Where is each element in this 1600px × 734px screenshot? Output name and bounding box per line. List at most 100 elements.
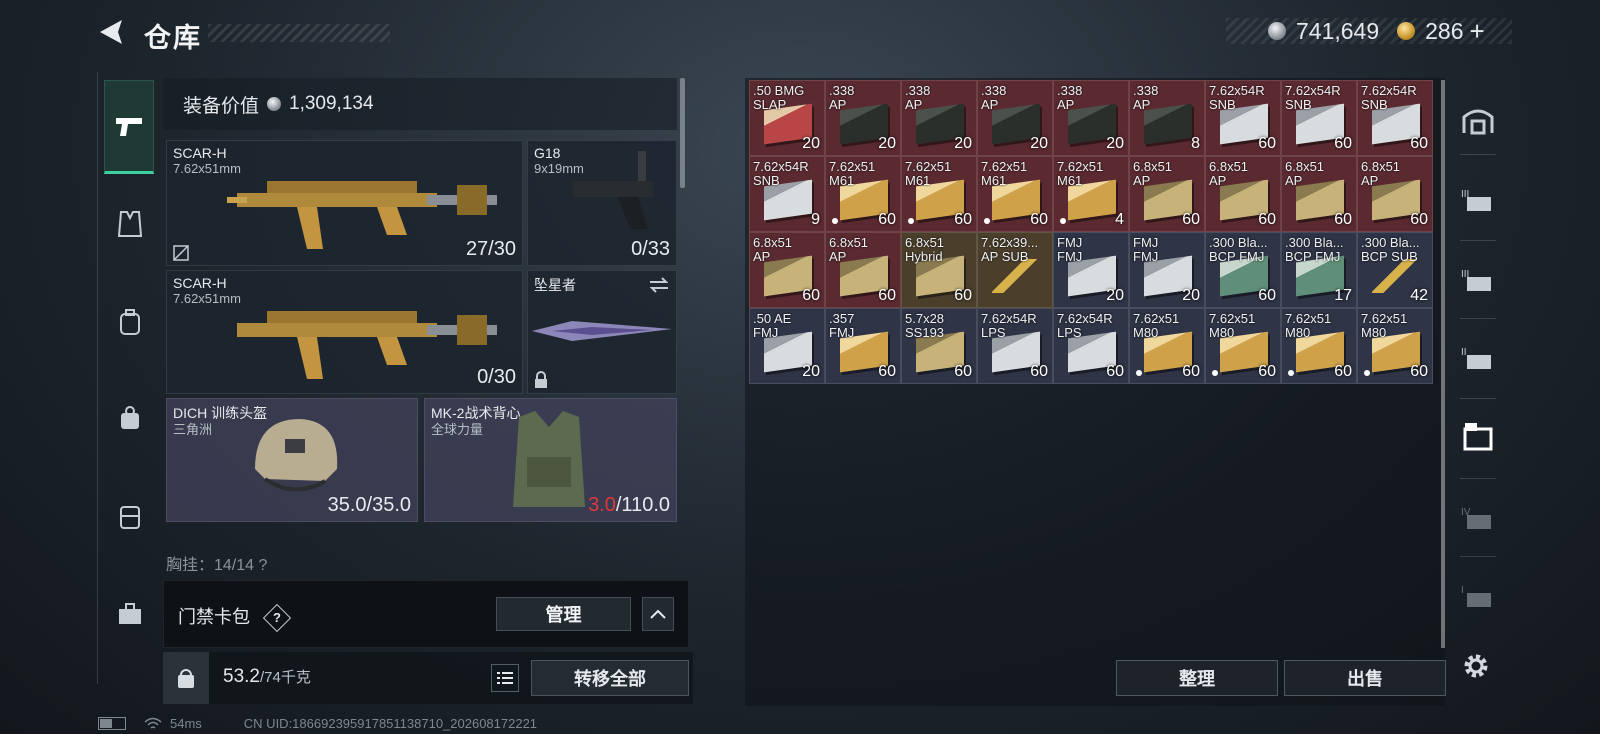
sort-button[interactable]: 整理: [1116, 660, 1278, 696]
ammo-type: M80: [1133, 325, 1159, 340]
uid-text: CN UID:18669239591785113871​0_2026081722…: [243, 716, 538, 731]
ammo-item[interactable]: 7.62x54R LPS 60: [977, 308, 1053, 384]
ammo-caliber: 6.8x51: [1209, 159, 1249, 174]
ammo-quantity: 60: [1334, 211, 1352, 228]
help-icon[interactable]: ?: [262, 604, 292, 633]
ammo-type: BCP SUB: [1361, 249, 1418, 264]
ammo-item[interactable]: .338 AP 8: [1129, 80, 1205, 156]
armor-durability-max: /110.0: [615, 494, 670, 516]
keycard-label: 门禁卡包 ?: [178, 603, 292, 633]
ammo-item[interactable]: 7.62x51 M61 4: [1053, 156, 1129, 232]
tracer-dot-icon: [1136, 370, 1142, 376]
ammo-type: AP: [1209, 173, 1227, 188]
storage-scrollbar[interactable]: [1441, 80, 1445, 648]
ammo-type: M61: [829, 173, 855, 188]
ammo-type: SNB: [753, 173, 780, 188]
helmet-durability-max: /35.0: [366, 494, 411, 516]
ammo-item[interactable]: 5.7x28 SS193 60: [901, 308, 977, 384]
tab-storage-3b[interactable]: III: [1454, 254, 1502, 306]
add-currency-button[interactable]: +: [1470, 16, 1485, 47]
ammo-item[interactable]: 7.62x51 M61 60: [977, 156, 1053, 232]
ammo-type: LPS: [1057, 325, 1082, 340]
ammo-item[interactable]: .50 BMG SLAP 20: [749, 80, 825, 156]
ammo-item[interactable]: 7.62x51 M80 60: [1205, 308, 1281, 384]
ammo-item[interactable]: 6.8x51 AP 60: [1281, 156, 1357, 232]
ammo-type: AP SUB: [981, 249, 1029, 264]
collapse-button[interactable]: [642, 597, 674, 631]
ammo-item[interactable]: 7.62x51 M80 60: [1357, 308, 1433, 384]
ammo-item[interactable]: 6.8x51 AP 60: [1205, 156, 1281, 232]
ammo-item[interactable]: .338 AP 20: [977, 80, 1053, 156]
ammo-type: AP: [829, 249, 847, 264]
tab-storage-3a[interactable]: III: [1454, 174, 1502, 226]
nav-weapons[interactable]: [104, 80, 154, 174]
tab-storage-1[interactable]: I: [1454, 570, 1502, 622]
ammo-item[interactable]: 6.8x51 AP 60: [825, 232, 901, 308]
ammo-caliber: .50 AE: [753, 311, 792, 326]
ammo-item[interactable]: .50 AE FMJ 20: [749, 308, 825, 384]
ammo-quantity: 20: [802, 135, 820, 152]
helmet-durability-current: 35.0: [327, 494, 367, 516]
ammo-item[interactable]: 7.62x54R SNB 60: [1205, 80, 1281, 156]
primary-weapon-slot-1[interactable]: SCAR-H 7.62x51mm 27/30: [166, 140, 523, 266]
nav-backpack[interactable]: [106, 298, 154, 346]
ammo-item[interactable]: 7.62x51 M61 60: [825, 156, 901, 232]
primary-weapon-slot-2[interactable]: SCAR-H 7.62x51mm 0/30: [166, 270, 523, 394]
ammo-item[interactable]: 7.62x54R SNB 60: [1281, 80, 1357, 156]
ammo-quantity: 60: [1410, 211, 1428, 228]
nav-armor[interactable]: [106, 200, 154, 248]
back-button[interactable]: [96, 16, 128, 48]
ammo-item[interactable]: 7.62x51 M80 60: [1281, 308, 1357, 384]
armor-slot[interactable]: MK-2战术背心 全球力量 3.0/110.0: [424, 398, 677, 522]
ammo-item[interactable]: FMJ FMJ 20: [1053, 232, 1129, 308]
transfer-all-button[interactable]: 转移全部: [531, 660, 689, 696]
ammo-item[interactable]: 7.62x54R SNB 60: [1357, 80, 1433, 156]
melee-slot[interactable]: 坠星者: [527, 270, 677, 394]
ammo-item[interactable]: 6.8x51 AP 60: [1129, 156, 1205, 232]
settings-button[interactable]: [1456, 646, 1496, 686]
tab-storage-4[interactable]: IV: [1454, 492, 1502, 544]
ammo-item[interactable]: 7.62x54R SNB 9: [749, 156, 825, 232]
nav-toolbox[interactable]: [106, 590, 154, 638]
swap-icon[interactable]: [648, 277, 670, 293]
ammo-item[interactable]: .300 Bla... BCP FMJ 17: [1281, 232, 1357, 308]
list-view-button[interactable]: [491, 664, 519, 692]
secondary-weapon-slot[interactable]: G18 9x19mm 0/33: [527, 140, 677, 266]
helmet-icon: [255, 419, 338, 492]
tab-divider: [1460, 240, 1496, 241]
equipment-scrollbar[interactable]: [680, 78, 685, 188]
ammo-type: SLAP: [753, 97, 787, 112]
ammo-quantity: 60: [1410, 363, 1428, 380]
ammo-type: AP: [1057, 97, 1075, 112]
ammo-caliber: .338: [829, 83, 855, 98]
armor-durability-current: 3.0: [588, 494, 616, 516]
tab-ammo-storage[interactable]: [1454, 410, 1502, 462]
ammo-item[interactable]: 6.8x51 AP 60: [1357, 156, 1433, 232]
tab-storage-2[interactable]: II: [1454, 332, 1502, 384]
nav-case[interactable]: [106, 492, 154, 540]
nav-pouch[interactable]: [106, 394, 154, 442]
ammo-item[interactable]: 7.62x54R LPS 60: [1053, 308, 1129, 384]
ammo-item[interactable]: 6.8x51 Hybrid 60: [901, 232, 977, 308]
chest-rig-row[interactable]: 胸挂：14/14 ?: [166, 551, 678, 571]
backpack-icon: [120, 309, 140, 335]
ammo-item[interactable]: 7.62x39... AP SUB: [977, 232, 1053, 308]
manage-button[interactable]: 管理: [496, 597, 631, 631]
helmet-slot[interactable]: DICH 训练头盔 三角洲 35.0/35.0: [166, 398, 418, 522]
ammo-item[interactable]: .338 AP 20: [825, 80, 901, 156]
ammo-item[interactable]: .300 Bla... BCP SUB 42: [1357, 232, 1433, 308]
ammo-item[interactable]: 6.8x51 AP 60: [749, 232, 825, 308]
ammo-item[interactable]: .338 AP 20: [1053, 80, 1129, 156]
ammo-item[interactable]: 7.62x51 M80 60: [1129, 308, 1205, 384]
ammo-item[interactable]: FMJ FMJ 20: [1129, 232, 1205, 308]
ammo-item[interactable]: 7.62x51 M61 60: [901, 156, 977, 232]
ammo-quantity: 42: [1410, 287, 1428, 304]
ammo-item[interactable]: .300 Bla... BCP FMJ 60: [1205, 232, 1281, 308]
ammo-item[interactable]: .357 FMJ 60: [825, 308, 901, 384]
tab-all-storage[interactable]: [1454, 94, 1502, 146]
sell-button[interactable]: 出售: [1284, 660, 1446, 696]
ammo-item[interactable]: .338 AP 20: [901, 80, 977, 156]
ammo-type: M80: [1209, 325, 1235, 340]
storage-box-iii-icon: III: [1461, 189, 1491, 211]
keycard-bar: 门禁卡包 ? 管理: [163, 580, 689, 648]
